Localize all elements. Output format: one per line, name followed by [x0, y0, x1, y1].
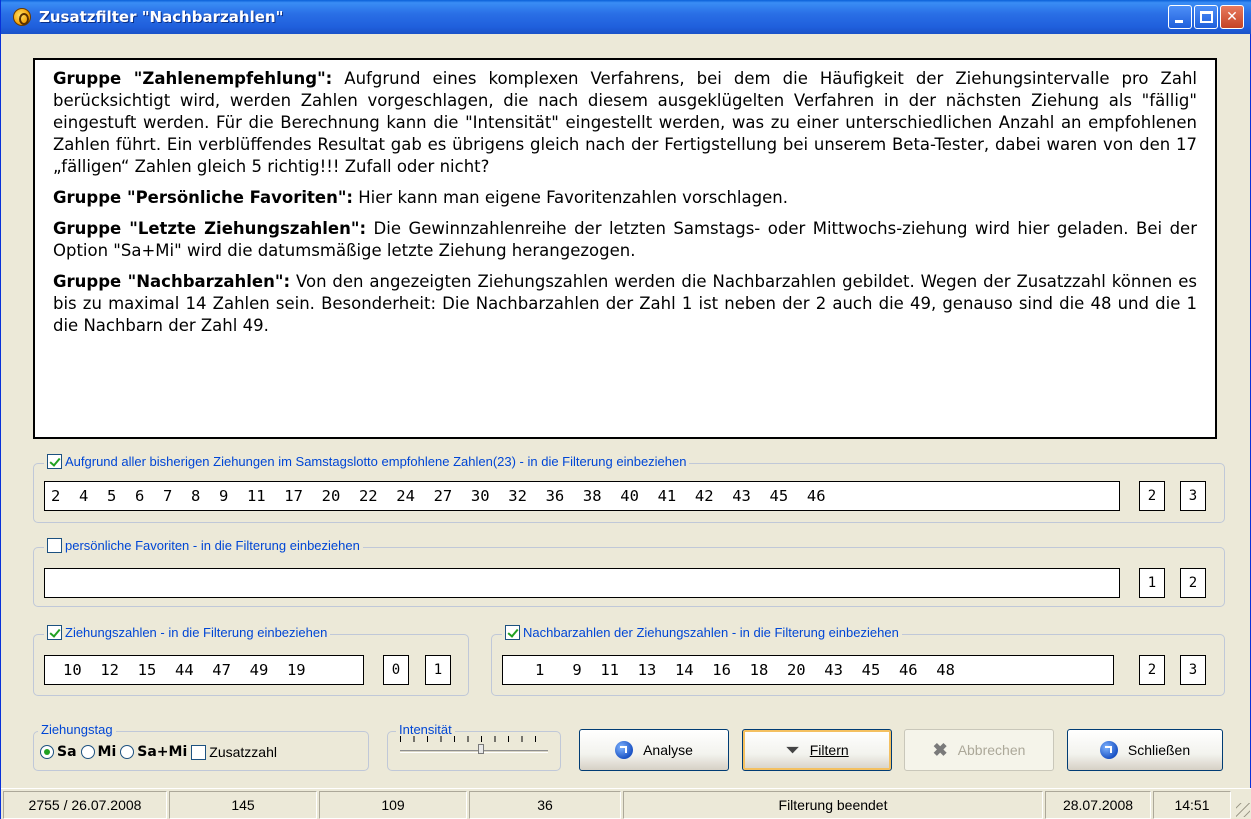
resize-grip[interactable] — [1236, 803, 1250, 817]
intensity-slider[interactable] — [400, 736, 548, 754]
info-heading: Gruppe "Persönliche Favoriten": — [53, 188, 354, 207]
recommend-checkbox[interactable] — [47, 454, 62, 469]
draw-count-box-1[interactable]: 0 — [383, 655, 409, 685]
draw-group: Ziehungszahlen - in die Filterung einbez… — [33, 625, 469, 696]
drawday-option-sa[interactable]: Sa — [40, 744, 77, 760]
favorites-label: persönliche Favoriten - in die Filterung… — [65, 538, 360, 553]
radio-sami-label: Sa+Mi — [137, 744, 188, 760]
status-count-1: 145 — [169, 791, 317, 819]
radio-sa-label: Sa — [57, 744, 77, 760]
status-bar: 2755 / 26.07.2008 145 109 36 Filterung b… — [1, 788, 1251, 819]
zusatzzahl-checkbox[interactable] — [191, 744, 207, 760]
neighbors-label: Nachbarzahlen der Ziehungszahlen - in di… — [523, 625, 899, 640]
zusatzzahl-label: Zusatzzahl — [209, 744, 277, 760]
filter-label: Filtern — [809, 742, 849, 758]
drawday-option-sami[interactable]: Sa+Mi — [120, 744, 187, 760]
filter-button[interactable]: ⏷ Filtern — [742, 729, 892, 771]
info-paragraph-favorites: Gruppe "Persönliche Favoriten": Hier kan… — [53, 187, 1197, 209]
draw-label: Ziehungszahlen - in die Filterung einbez… — [65, 625, 328, 640]
drawday-option-mi[interactable]: Mi — [80, 744, 117, 760]
maximize-button[interactable] — [1194, 5, 1218, 29]
drawday-group: Ziehungstag Sa Mi Sa+Mi Zusatzzahl — [33, 722, 369, 771]
close-button[interactable]: Schließen — [1067, 729, 1223, 771]
status-message: Filterung beendet — [623, 791, 1043, 819]
status-count-2: 109 — [319, 791, 467, 819]
radio-sa[interactable] — [40, 745, 54, 759]
recommend-count-box-2[interactable]: 3 — [1180, 481, 1206, 511]
recommend-legend: Aufgrund aller bisherigen Ziehungen im S… — [44, 454, 690, 469]
maximize-icon — [1200, 11, 1213, 23]
draw-checkbox[interactable] — [47, 625, 62, 640]
close-window-button[interactable]: ✕ — [1220, 5, 1244, 29]
minimize-button[interactable] — [1168, 5, 1192, 29]
neighbors-group: Nachbarzahlen der Ziehungszahlen - in di… — [491, 625, 1225, 696]
window-controls: ✕ — [1168, 5, 1244, 29]
favorites-checkbox[interactable] — [47, 538, 62, 553]
favorites-numbers-field[interactable] — [44, 568, 1120, 598]
radio-mi[interactable] — [80, 745, 95, 759]
neighbors-numbers-field[interactable]: 1 9 11 13 14 16 18 20 43 45 46 48 — [502, 655, 1114, 685]
arrow-circle-icon — [615, 741, 634, 759]
favorites-legend: persönliche Favoriten - in die Filterung… — [44, 538, 363, 553]
window-title: Zusatzfilter "Nachbarzahlen" — [39, 8, 284, 26]
title-bar[interactable]: Zusatzfilter "Nachbarzahlen" ✕ — [1, 0, 1251, 34]
slider-rail — [400, 750, 548, 753]
radio-sami[interactable] — [120, 745, 135, 759]
draw-count-box-2[interactable]: 1 — [425, 655, 451, 685]
favorites-count-box-2[interactable]: 2 — [1180, 568, 1206, 598]
cancel-x-icon: ✖ — [932, 739, 948, 760]
info-heading: Gruppe "Zahlenempfehlung": — [53, 69, 333, 88]
info-heading: Gruppe "Nachbarzahlen": — [53, 272, 291, 291]
status-time: 14:51 — [1153, 791, 1231, 819]
cancel-label: Abbrechen — [957, 742, 1026, 758]
dialog-window: Zusatzfilter "Nachbarzahlen" ✕ Gruppe "Z… — [0, 0, 1251, 819]
status-count-3: 36 — [469, 791, 621, 819]
favorites-group: persönliche Favoriten - in die Filterung… — [33, 538, 1225, 607]
info-paragraph-recommend: Gruppe "Zahlenempfehlung": Aufgrund eine… — [53, 68, 1197, 178]
radio-mi-label: Mi — [97, 744, 117, 760]
arrow-circle-icon — [1099, 741, 1118, 759]
close-label: Schließen — [1127, 742, 1191, 758]
status-date: 28.07.2008 — [1045, 791, 1151, 819]
filter-icon: ⏷ — [785, 739, 800, 760]
status-draw-date: 2755 / 26.07.2008 — [3, 791, 167, 819]
recommend-label: Aufgrund aller bisherigen Ziehungen im S… — [65, 454, 687, 469]
neighbors-legend: Nachbarzahlen der Ziehungszahlen - in di… — [502, 625, 902, 640]
favorites-count-box-1[interactable]: 1 — [1139, 568, 1165, 598]
zusatzzahl-option[interactable]: Zusatzzahl — [191, 744, 277, 760]
slider-thumb[interactable] — [478, 744, 484, 754]
info-text: Hier kann man eigene Favoritenzahlen vor… — [353, 188, 788, 207]
draw-legend: Ziehungszahlen - in die Filterung einbez… — [44, 625, 331, 640]
cancel-button[interactable]: ✖ Abbrechen — [904, 729, 1054, 771]
intensity-group: Intensität — [387, 722, 561, 771]
analyse-label: Analyse — [643, 742, 693, 758]
slider-ticks — [400, 736, 548, 742]
info-paragraph-last-draw: Gruppe "Letzte Ziehungszahlen": Die Gewi… — [53, 218, 1197, 262]
minimize-icon — [1175, 20, 1183, 23]
neighbors-count-box-2[interactable]: 3 — [1180, 655, 1206, 685]
drawday-options: Sa Mi Sa+Mi Zusatzzahl — [40, 744, 281, 760]
draw-numbers-field[interactable]: 10 12 15 44 47 49 19 — [44, 655, 364, 685]
info-paragraph-neighbors: Gruppe "Nachbarzahlen": Von den angezeig… — [53, 271, 1197, 337]
neighbors-count-box-1[interactable]: 2 — [1139, 655, 1165, 685]
neighbors-checkbox[interactable] — [505, 625, 520, 640]
info-text-box: Gruppe "Zahlenempfehlung": Aufgrund eine… — [33, 58, 1217, 439]
analyse-button[interactable]: Analyse — [579, 729, 729, 771]
info-heading: Gruppe "Letzte Ziehungszahlen": — [53, 219, 367, 238]
recommend-numbers-field[interactable]: 2 4 5 6 7 8 9 11 17 20 22 24 27 30 32 36… — [44, 481, 1120, 511]
intensity-legend: Intensität — [396, 722, 455, 737]
drawday-legend: Ziehungstag — [38, 722, 116, 737]
recommend-count-box-1[interactable]: 2 — [1139, 481, 1165, 511]
close-icon: ✕ — [1226, 9, 1238, 25]
app-icon — [13, 8, 31, 26]
recommend-group: Aufgrund aller bisherigen Ziehungen im S… — [33, 454, 1225, 523]
